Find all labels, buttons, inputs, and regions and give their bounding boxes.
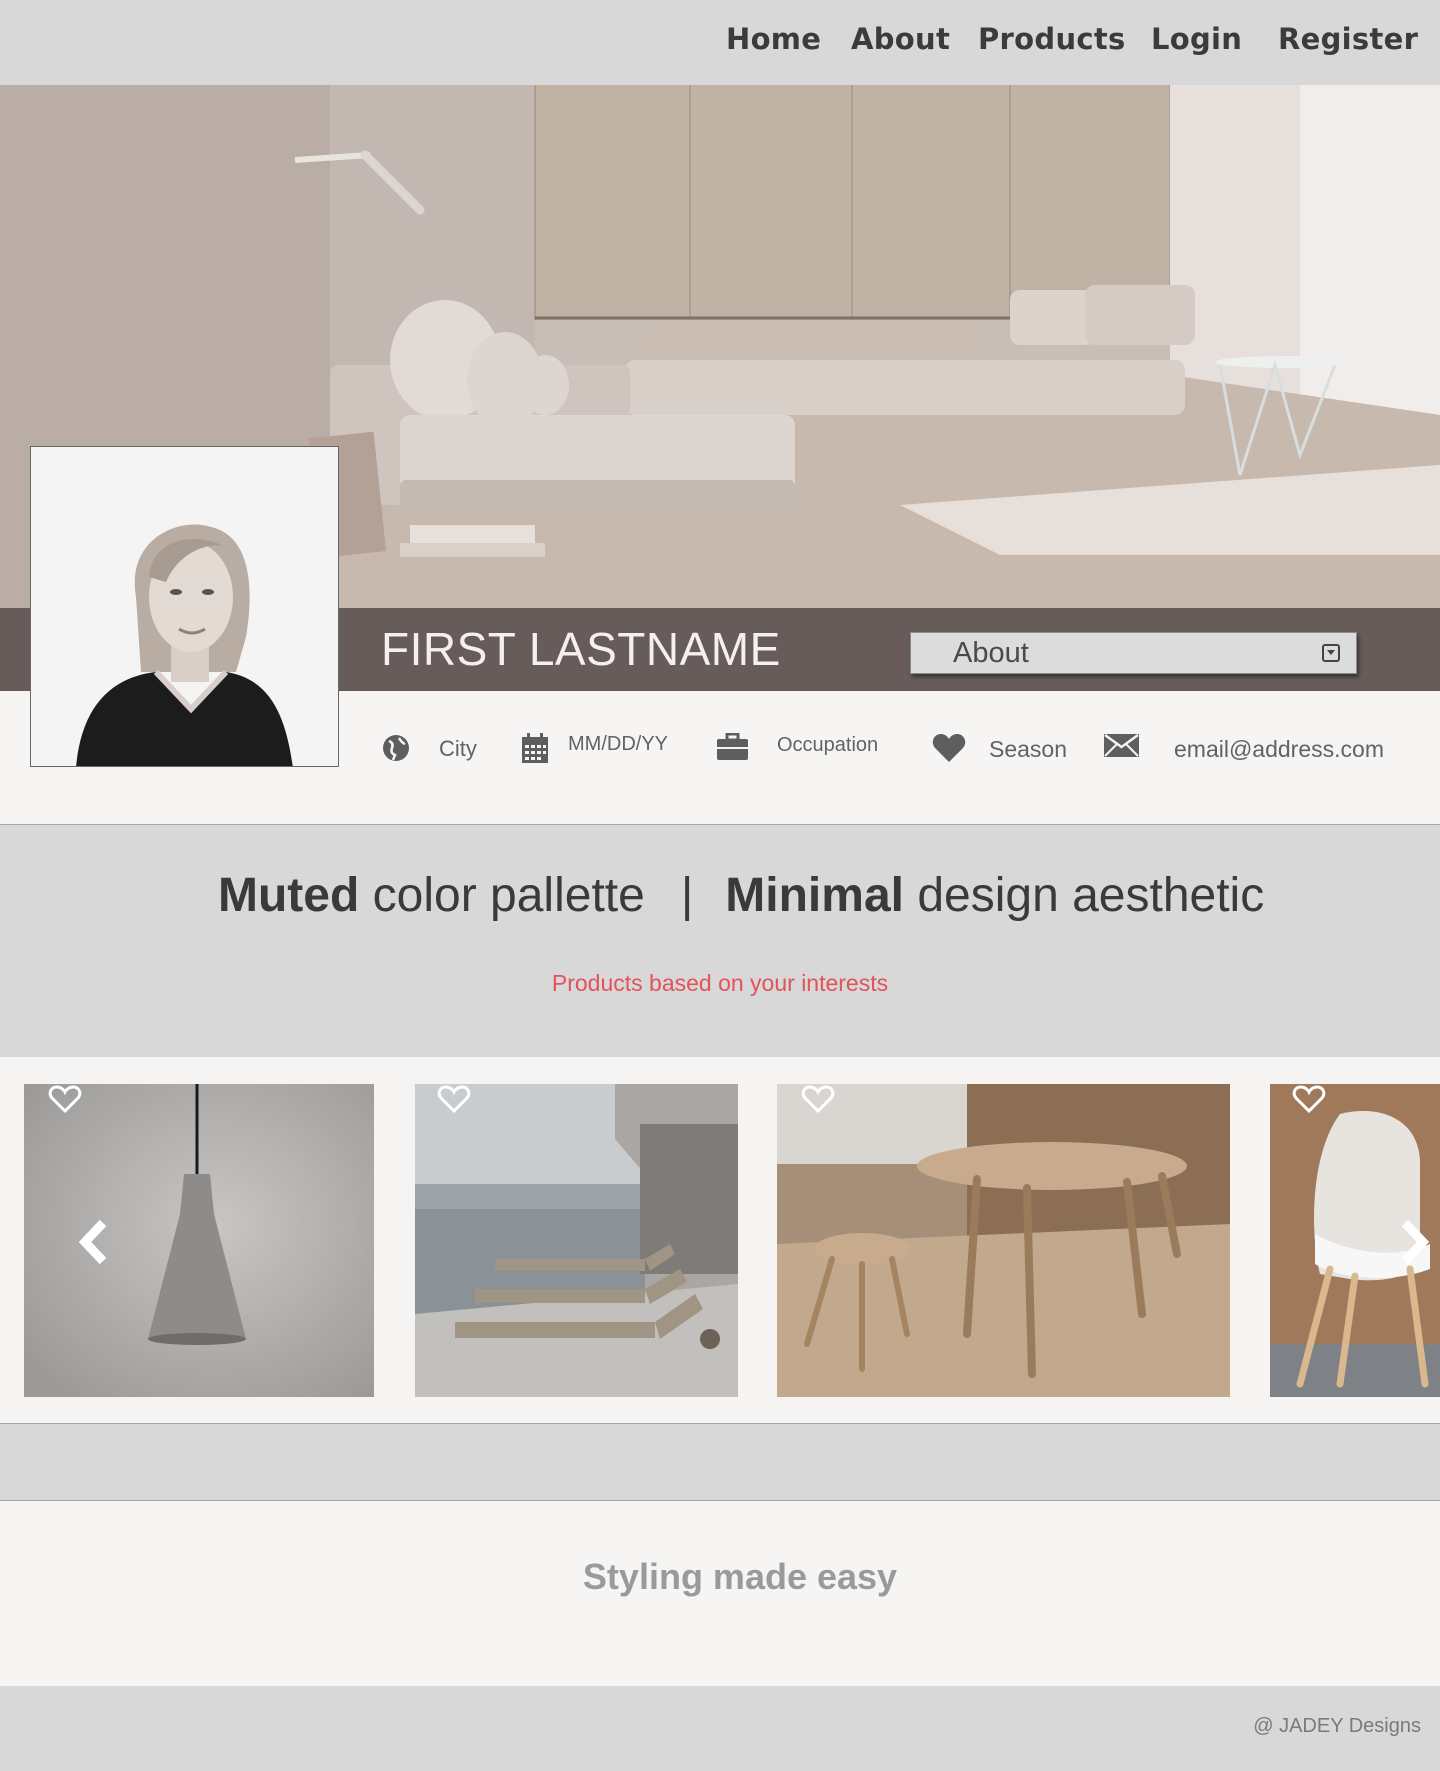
globe-icon xyxy=(383,735,409,761)
briefcase-icon xyxy=(717,733,748,760)
tagline-text-2: design aesthetic xyxy=(917,869,1265,922)
tagline-band xyxy=(0,824,1440,1058)
carousel-footer-band xyxy=(0,1424,1440,1501)
info-date: MM/DD/YY xyxy=(568,733,668,755)
product-card[interactable] xyxy=(777,1084,1230,1397)
info-occupation: Occupation xyxy=(777,734,879,756)
footer-credit: @ JADEY Designs xyxy=(1253,1715,1421,1737)
info-email[interactable]: email@address.com xyxy=(1174,736,1384,763)
favorite-heart-icon[interactable] xyxy=(437,1084,471,1114)
profile-name: FIRST LASTNAME xyxy=(381,623,781,675)
tagline-separator: | xyxy=(680,869,694,922)
tagline-bold-2: Minimal xyxy=(725,869,904,922)
slogan: Styling made easy xyxy=(582,1556,898,1597)
nav-login[interactable]: Login xyxy=(1151,22,1242,56)
favorite-heart-icon[interactable] xyxy=(801,1084,835,1114)
chevron-right-icon[interactable] xyxy=(1393,1217,1433,1267)
interests-subtitle: Products based on your interests xyxy=(551,970,889,996)
page-footer: @ JADEY Designs xyxy=(0,1686,1440,1771)
top-navigation: Home About Products Login Register xyxy=(0,0,1440,85)
product-image-sun-loungers xyxy=(415,1084,738,1397)
product-carousel xyxy=(0,1057,1440,1424)
info-city: City xyxy=(439,736,477,761)
nav-home[interactable]: Home xyxy=(726,22,821,56)
product-card[interactable] xyxy=(415,1084,738,1397)
nav-about[interactable]: About xyxy=(851,22,950,56)
about-dropdown-label: About xyxy=(953,637,1029,669)
favorite-heart-icon[interactable] xyxy=(48,1084,82,1114)
favorite-heart-icon[interactable] xyxy=(1292,1084,1326,1114)
product-image-dining-table xyxy=(777,1084,1230,1397)
about-dropdown[interactable]: About xyxy=(910,632,1357,674)
envelope-icon xyxy=(1104,734,1139,757)
nav-register[interactable]: Register xyxy=(1278,22,1418,56)
tagline-text-1: color pallette xyxy=(372,869,645,922)
chevron-left-icon[interactable] xyxy=(75,1217,115,1267)
calendar-icon xyxy=(522,733,548,763)
info-season: Season xyxy=(989,736,1068,762)
tagline-bold-1: Muted xyxy=(218,869,360,922)
tagline: Muted color pallette | Minimal design aest… xyxy=(218,868,1264,923)
heart-icon xyxy=(932,734,966,762)
profile-avatar[interactable] xyxy=(30,446,339,767)
nav-products[interactable]: Products xyxy=(978,22,1126,56)
dropdown-caret-icon[interactable] xyxy=(1322,644,1340,662)
